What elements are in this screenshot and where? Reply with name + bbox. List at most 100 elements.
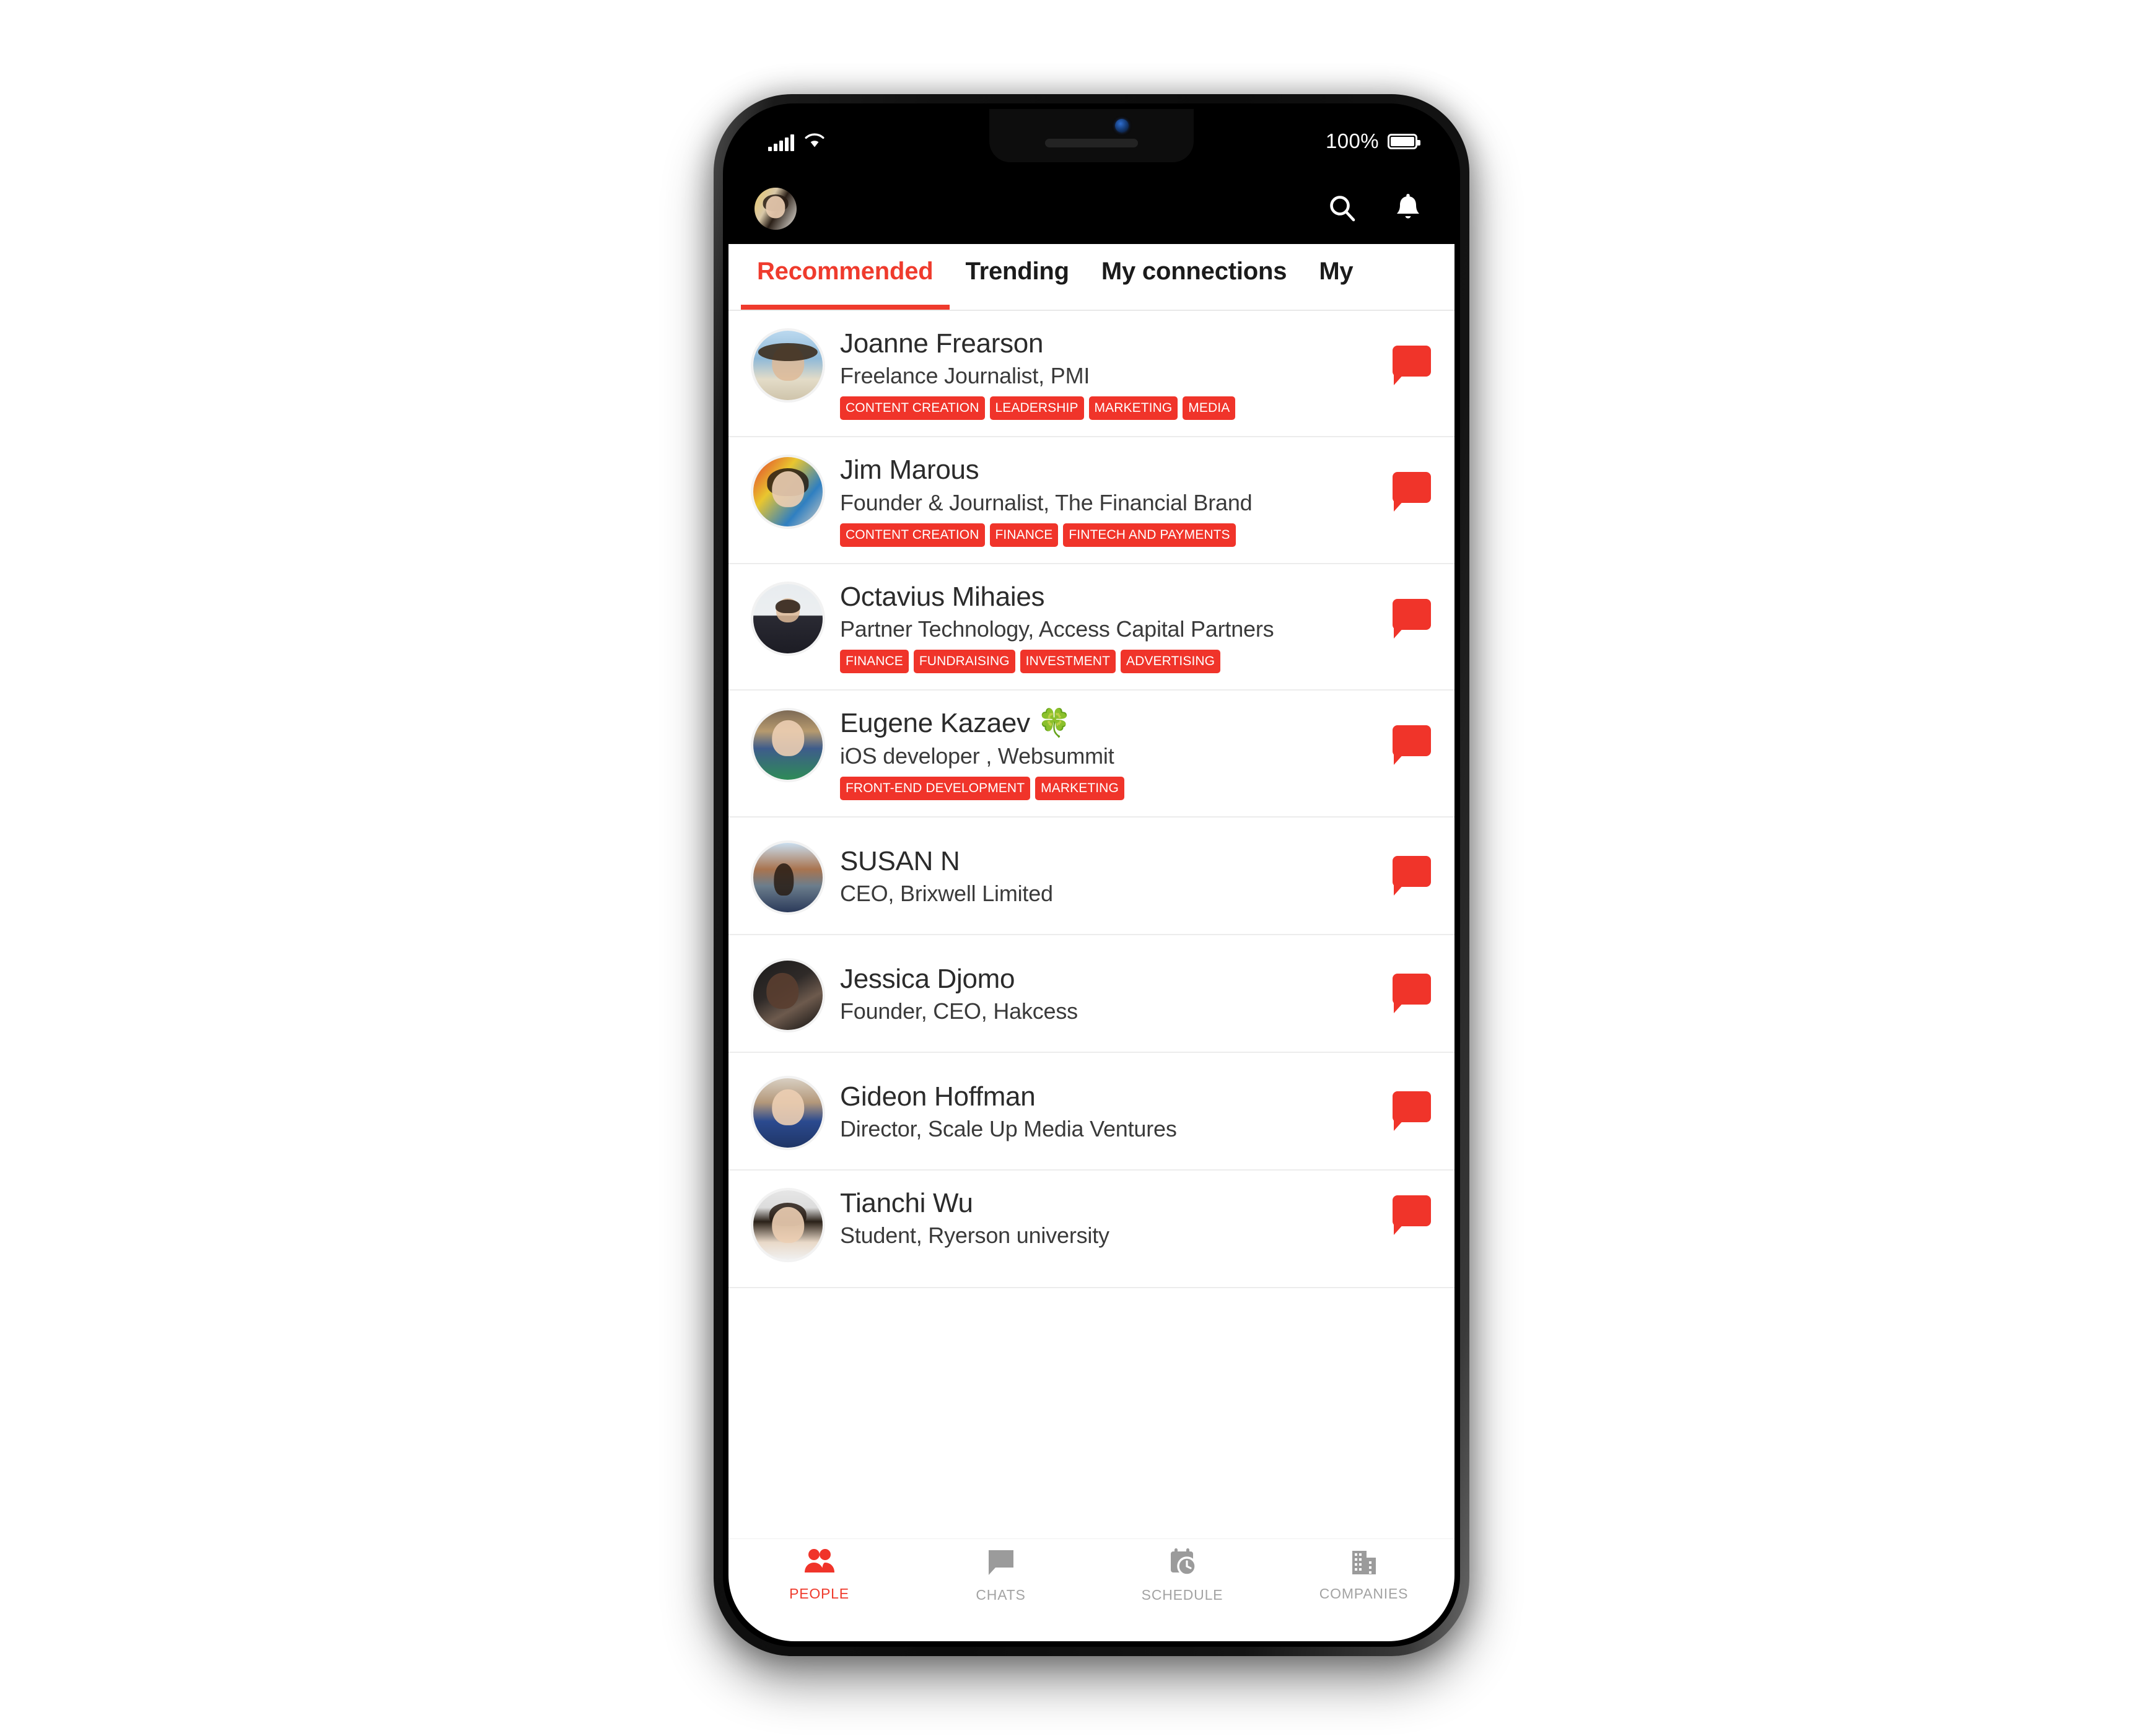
tag[interactable]: FRONT-END DEVELOPMENT <box>840 776 1031 800</box>
screenshot-canvas: 100% Recommended Trending My connections… <box>0 0 2139 1736</box>
person-name: Gideon Hoffman <box>840 1081 1036 1112</box>
table-row[interactable]: Eugene Kazaev 🍀 iOS developer , Websummi… <box>728 691 1454 818</box>
chat-bubble-tail <box>1394 499 1405 512</box>
tag[interactable]: CONTENT CREATION <box>840 523 985 547</box>
bottom-navigation[interactable]: PEOPLE CHATS SCHEDULE COMPANIES <box>728 1538 1454 1641</box>
message-button[interactable] <box>1393 725 1432 765</box>
avatar <box>753 710 823 780</box>
table-row[interactable]: Jim Marous Founder & Journalist, The Fin… <box>728 437 1454 564</box>
chat-bubble-tail <box>1394 626 1405 639</box>
avatar-hair <box>774 863 794 896</box>
front-camera-icon <box>1115 119 1129 133</box>
person-title: Founder & Journalist, The Financial Bran… <box>840 489 1253 515</box>
person-info: Jim Marous Founder & Journalist, The Fin… <box>840 453 1381 547</box>
person-tags: CONTENT CREATION LEADERSHIP MARKETING ME… <box>840 396 1381 421</box>
person-title: Founder, CEO, Hakcess <box>840 998 1078 1024</box>
my-profile-avatar[interactable] <box>755 188 797 230</box>
person-title: Partner Technology, Access Capital Partn… <box>840 616 1274 642</box>
tag[interactable]: MEDIA <box>1183 396 1236 421</box>
tag[interactable]: CONTENT CREATION <box>840 396 985 421</box>
tab-my-truncated[interactable]: My <box>1303 244 1369 310</box>
bell-icon[interactable] <box>1391 192 1425 225</box>
avatar <box>753 331 823 400</box>
nav-label-people: PEOPLE <box>789 1586 849 1602</box>
chat-bubble-icon <box>1393 598 1431 630</box>
tab-bar[interactable]: Recommended Trending My connections My <box>728 244 1454 311</box>
person-name: Jessica Djomo <box>840 963 1015 994</box>
table-row[interactable]: Tianchi Wu Student, Ryerson university <box>728 1170 1454 1288</box>
tag[interactable]: FINANCE <box>840 650 909 674</box>
signal-bars-icon <box>768 134 794 151</box>
tag[interactable]: MARKETING <box>1088 396 1178 421</box>
avatar <box>753 960 823 1030</box>
avatar-face <box>772 471 804 508</box>
person-tags: FINANCE FUNDRAISING INVESTMENT ADVERTISI… <box>840 650 1381 674</box>
person-info: Joanne Frearson Freelance Journalist, PM… <box>840 327 1381 421</box>
tab-list: Recommended Trending My connections My <box>728 244 1454 310</box>
wifi-icon <box>804 132 825 151</box>
nav-label-companies: COMPANIES <box>1319 1586 1409 1602</box>
chat-bubble-icon <box>1393 346 1431 377</box>
status-bar-right: 100% <box>1325 129 1420 153</box>
earpiece-speaker <box>1045 139 1138 147</box>
avatar-hair <box>775 599 801 613</box>
tag[interactable]: FUNDRAISING <box>913 650 1015 674</box>
chat-bubble-icon <box>1393 1091 1431 1122</box>
table-row[interactable]: Octavius Mihaies Partner Technology, Acc… <box>728 564 1454 691</box>
message-button[interactable] <box>1393 346 1432 385</box>
avatar <box>753 1190 823 1260</box>
tag[interactable]: MARKETING <box>1035 776 1124 800</box>
table-row[interactable]: Gideon Hoffman Director, Scale Up Media … <box>728 1052 1454 1171</box>
tab-trending[interactable]: Trending <box>950 244 1085 310</box>
avatar <box>753 457 823 527</box>
tab-my-connections[interactable]: My connections <box>1085 244 1303 310</box>
message-button[interactable] <box>1393 973 1432 1013</box>
tag[interactable]: INVESTMENT <box>1020 650 1116 674</box>
chat-bubble-tail <box>1394 1000 1405 1013</box>
battery-percent-label: 100% <box>1325 129 1379 152</box>
person-tags: FRONT-END DEVELOPMENT MARKETING <box>840 776 1381 800</box>
avatar <box>753 583 823 653</box>
table-row[interactable]: SUSAN N CEO, Brixwell Limited <box>728 817 1454 935</box>
person-title: iOS developer , Websummit <box>840 743 1114 769</box>
person-tags: CONTENT CREATION FINANCE FINTECH AND PAY… <box>840 523 1381 547</box>
tag[interactable]: FINANCE <box>989 523 1059 547</box>
person-title: Director, Scale Up Media Ventures <box>840 1115 1177 1141</box>
people-list[interactable]: Joanne Frearson Freelance Journalist, PM… <box>728 311 1454 1538</box>
chat-bubble-icon <box>1393 472 1431 504</box>
message-button[interactable] <box>1393 472 1432 512</box>
chat-bubble-icon <box>1393 855 1431 887</box>
search-icon[interactable] <box>1326 192 1359 225</box>
person-info: Jessica Djomo Founder, CEO, Hakcess <box>840 962 1381 1024</box>
chat-bubble-tail <box>1394 752 1405 765</box>
app-header <box>728 173 1454 244</box>
message-button[interactable] <box>1393 1091 1432 1131</box>
person-info: Octavius Mihaies Partner Technology, Acc… <box>840 580 1381 674</box>
chat-bubble-tail <box>1394 1222 1405 1235</box>
message-button[interactable] <box>1393 598 1432 639</box>
tab-recommended[interactable]: Recommended <box>741 244 950 310</box>
tag[interactable]: ADVERTISING <box>1121 650 1221 674</box>
avatar-face <box>766 972 798 1010</box>
person-info: SUSAN N CEO, Brixwell Limited <box>840 845 1381 907</box>
avatar <box>753 1078 823 1148</box>
message-button[interactable] <box>1393 855 1432 896</box>
nav-item-companies[interactable]: COMPANIES <box>1273 1548 1454 1602</box>
phone-notch <box>989 109 1194 162</box>
table-row[interactable]: Jessica Djomo Founder, CEO, Hakcess <box>728 935 1454 1053</box>
nav-label-chats: CHATS <box>976 1587 1026 1603</box>
person-title: Freelance Journalist, PMI <box>840 363 1090 389</box>
tag[interactable]: LEADERSHIP <box>989 396 1084 421</box>
tag[interactable]: FINTECH AND PAYMENTS <box>1063 523 1236 547</box>
person-info: Gideon Hoffman Director, Scale Up Media … <box>840 1080 1381 1142</box>
nav-item-people[interactable]: PEOPLE <box>728 1548 910 1602</box>
nav-item-schedule[interactable]: SCHEDULE <box>1091 1548 1273 1603</box>
nav-label-schedule: SCHEDULE <box>1141 1587 1223 1603</box>
nav-item-chats[interactable]: CHATS <box>910 1548 1091 1603</box>
avatar-face <box>766 196 785 218</box>
avatar-face <box>772 1089 804 1125</box>
message-button[interactable] <box>1393 1195 1432 1235</box>
chat-bubble-icon <box>1393 725 1431 757</box>
table-row[interactable]: Joanne Frearson Freelance Journalist, PM… <box>728 311 1454 438</box>
person-name: Octavius Mihaies <box>840 581 1045 612</box>
